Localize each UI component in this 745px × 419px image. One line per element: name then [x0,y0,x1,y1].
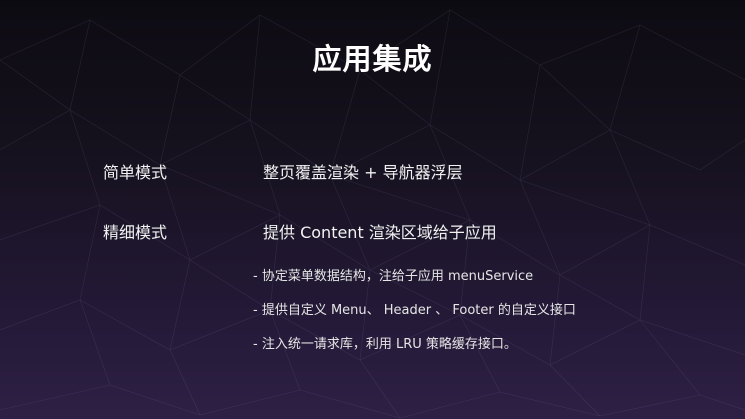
detail-item-custom-interface: - 提供自定义 Menu、 Header 、 Footer 的自定义接口 [253,303,576,318]
mode-label-simple: 简单模式 [103,163,168,182]
mode-label-fine: 精细模式 [103,223,168,242]
slide: 应用集成 简单模式 整页覆盖渲染 + 导航器浮层 精细模式 提供 Content… [0,0,745,419]
mode-description-fine: 提供 Content 渲染区域给子应用 [263,223,497,242]
slide-title: 应用集成 [312,42,433,76]
mode-description-simple: 整页覆盖渲染 + 导航器浮层 [263,163,463,182]
detail-item-menu-service: - 协定菜单数据结构，注给子应用 menuService [253,269,534,284]
detail-item-request-cache: - 注入统一请求库，利用 LRU 策略缓存接口。 [253,337,517,352]
